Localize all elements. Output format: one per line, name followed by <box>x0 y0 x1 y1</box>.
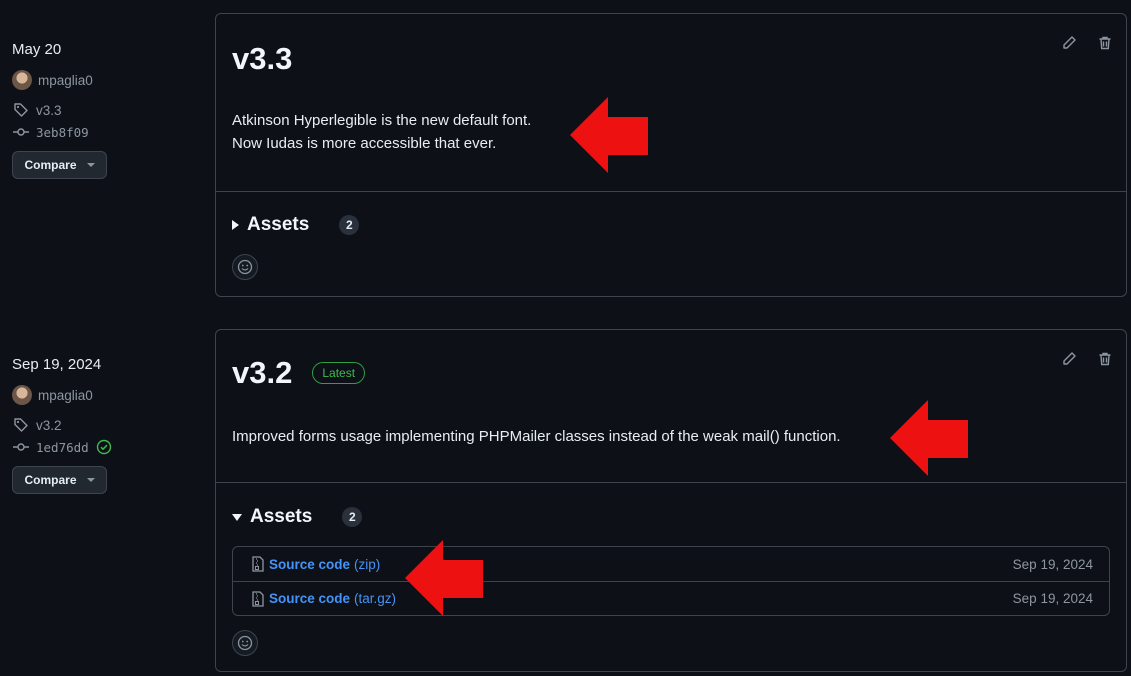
asset-row[interactable]: Source code (tar.gz) Sep 19, 2024 <box>233 581 1109 615</box>
author-name[interactable]: mpaglia0 <box>38 73 93 88</box>
tag-name[interactable]: v3.3 <box>36 103 62 118</box>
assets-count-badge: 2 <box>339 215 360 235</box>
release-header: v3.3 Atkinson Hyperlegible is the new de… <box>216 14 1126 192</box>
compare-button[interactable]: Compare <box>12 151 107 179</box>
asset-ext[interactable]: (zip) <box>354 557 380 572</box>
assets-toggle[interactable]: Assets 2 <box>216 506 378 528</box>
git-commit-icon <box>12 123 30 141</box>
trash-icon[interactable] <box>1096 350 1114 368</box>
tag-icon <box>12 101 30 119</box>
commit-sha[interactable]: 1ed76dd <box>36 440 89 455</box>
triangle-down-icon <box>232 513 242 521</box>
assets-toggle[interactable]: Assets 2 <box>216 214 375 236</box>
assets-list: Source code (zip) Sep 19, 2024 Source co… <box>232 546 1110 616</box>
file-zip-icon <box>249 555 267 573</box>
chevron-down-icon <box>86 163 95 167</box>
release-description: Improved forms usage implementing PHPMai… <box>232 425 1110 448</box>
tag-name[interactable]: v3.2 <box>36 418 62 433</box>
reaction-button[interactable] <box>232 630 258 656</box>
author-name[interactable]: mpaglia0 <box>38 388 93 403</box>
assets-count-badge: 2 <box>342 507 363 527</box>
release-date: May 20 <box>12 41 62 58</box>
compare-button[interactable]: Compare <box>12 466 107 494</box>
release-actions <box>1060 34 1114 52</box>
author-row[interactable]: mpaglia0 <box>12 69 202 91</box>
assets-label: Assets <box>250 506 313 527</box>
triangle-right-icon <box>232 220 239 230</box>
avatar[interactable] <box>12 385 32 405</box>
chevron-down-icon <box>86 478 95 482</box>
pencil-icon[interactable] <box>1060 34 1078 52</box>
description-line: Now Iudas is more accessible that ever. <box>232 135 497 152</box>
asset-ext[interactable]: (tar.gz) <box>354 591 396 606</box>
release-card: v3.3 Atkinson Hyperlegible is the new de… <box>215 13 1127 297</box>
asset-date: Sep 19, 2024 <box>1012 591 1093 606</box>
commit-sha[interactable]: 3eb8f09 <box>36 125 89 140</box>
pencil-icon[interactable] <box>1060 350 1078 368</box>
git-commit-icon <box>12 438 30 456</box>
release-description: Atkinson Hyperlegible is the new default… <box>232 109 1110 155</box>
tag-row[interactable]: v3.2 <box>12 414 202 436</box>
red-arrow-annotation <box>405 540 483 616</box>
smiley-icon <box>237 635 253 651</box>
author-row[interactable]: mpaglia0 <box>12 384 202 406</box>
commit-row[interactable]: 1ed76dd <box>12 436 202 458</box>
release-title[interactable]: v3.3 <box>232 41 292 77</box>
compare-label: Compare <box>24 158 77 172</box>
asset-date: Sep 19, 2024 <box>1012 556 1093 572</box>
release-actions <box>1060 350 1114 368</box>
reaction-button[interactable] <box>232 254 258 280</box>
description-line: Improved forms usage implementing PHPMai… <box>232 428 841 445</box>
release-card: v3.2 Latest Improved forms usage impleme… <box>215 329 1127 672</box>
tag-row[interactable]: v3.3 <box>12 99 202 121</box>
description-line: Atkinson Hyperlegible is the new default… <box>232 112 532 129</box>
tag-icon <box>12 416 30 434</box>
release-sidebar: Sep 19, 2024 mpaglia0 v3.2 1ed76dd Compa… <box>12 356 202 494</box>
asset-name[interactable]: Source code <box>269 557 350 572</box>
trash-icon[interactable] <box>1096 34 1114 52</box>
avatar[interactable] <box>12 70 32 90</box>
release-header: v3.2 Latest Improved forms usage impleme… <box>216 330 1126 483</box>
asset-name[interactable]: Source code <box>269 591 350 606</box>
file-zip-icon <box>249 590 267 608</box>
smiley-icon <box>237 259 253 275</box>
release-title[interactable]: v3.2 <box>232 355 292 391</box>
commit-row[interactable]: 3eb8f09 <box>12 121 202 143</box>
red-arrow-annotation <box>890 400 968 476</box>
compare-label: Compare <box>24 473 77 487</box>
latest-badge: Latest <box>312 362 366 384</box>
release-date: Sep 19, 2024 <box>12 356 102 373</box>
asset-row[interactable]: Source code (zip) Sep 19, 2024 <box>233 547 1109 581</box>
assets-label: Assets <box>247 214 310 235</box>
check-circle-icon[interactable] <box>95 438 113 456</box>
red-arrow-annotation <box>570 97 648 173</box>
release-sidebar: May 20 mpaglia0 v3.3 3eb8f09 Compare <box>12 41 202 179</box>
